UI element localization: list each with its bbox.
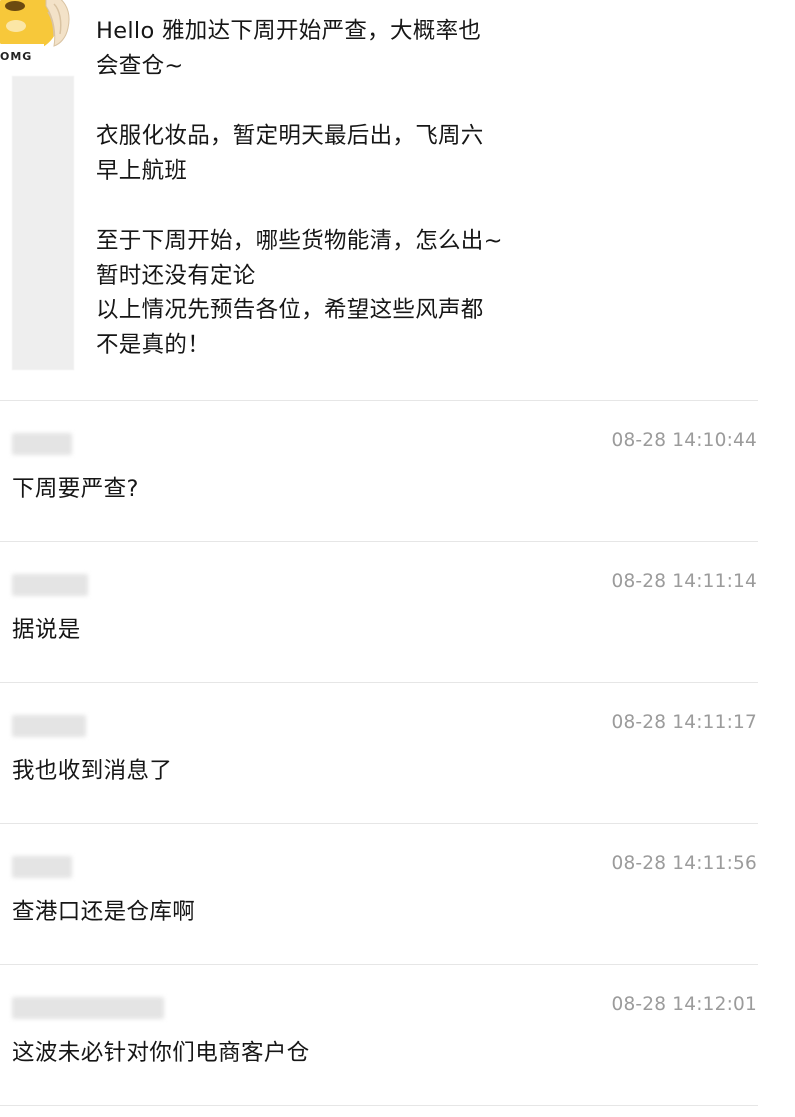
comment-item: 08-28 14:10:44 下周要严查? — [0, 401, 795, 541]
post-line: Hello 雅加达下周开始严查，大概率也 — [96, 18, 482, 44]
comment-timestamp: 08-28 14:11:17 — [611, 712, 757, 733]
comment-item: 08-28 14:11:14 据说是 — [0, 542, 795, 682]
omg-emoji-sticker-icon[interactable]: OMG — [0, 0, 74, 74]
commenter-name-blurred[interactable] — [12, 433, 72, 455]
comment-item: 08-28 14:11:17 我也收到消息了 — [0, 683, 795, 823]
post-line: 衣服化妆品，暂定明天最后出，飞周六 — [96, 123, 484, 149]
commenter-name-blurred[interactable] — [12, 574, 88, 596]
commenter-name-blurred[interactable] — [12, 856, 72, 878]
comment-timestamp: 08-28 14:11:14 — [611, 571, 757, 592]
commenter-name-blurred[interactable] — [12, 715, 86, 737]
post-line: 以上情况先预告各位，希望这些风声都 — [96, 297, 484, 323]
post-line: 早上航班 — [96, 157, 188, 184]
post-line: 会查仓~ — [96, 52, 184, 79]
comment-text: 这波未必针对你们电商客户仓 — [12, 1040, 310, 1066]
comment-text: 据说是 — [12, 617, 81, 643]
post-line: 不是真的！ — [96, 331, 211, 358]
comment-text: 下周要严查? — [12, 476, 139, 502]
blurred-sidebar — [12, 76, 74, 370]
comment-item: 08-28 14:12:01 这波未必针对你们电商客户仓 — [0, 965, 795, 1105]
post: OMG Hello 雅加达下周开始严查，大概率也 会查仓~ 衣服化妆品，暂定明天最后… — [0, 0, 795, 400]
comment-text: 查港口还是仓库啊 — [12, 899, 196, 925]
comment-divider — [0, 1105, 758, 1106]
omg-badge-text: OMG — [0, 50, 32, 63]
post-line: 暂时还没有定论 — [96, 262, 256, 289]
comment-item: 08-28 14:11:56 查港口还是仓库啊 — [0, 824, 795, 964]
comment-text: 我也收到消息了 — [12, 758, 173, 784]
comment-timestamp: 08-28 14:10:44 — [611, 430, 757, 451]
post-body: Hello 雅加达下周开始严查，大概率也 会查仓~ 衣服化妆品，暂定明天最后出，飞周… — [96, 14, 556, 362]
comment-timestamp: 08-28 14:11:56 — [611, 853, 757, 874]
commenter-name-blurred[interactable] — [12, 997, 164, 1019]
post-line: 至于下周开始，哪些货物能清，怎么出~ — [96, 228, 503, 254]
comment-timestamp: 08-28 14:12:01 — [611, 994, 757, 1015]
